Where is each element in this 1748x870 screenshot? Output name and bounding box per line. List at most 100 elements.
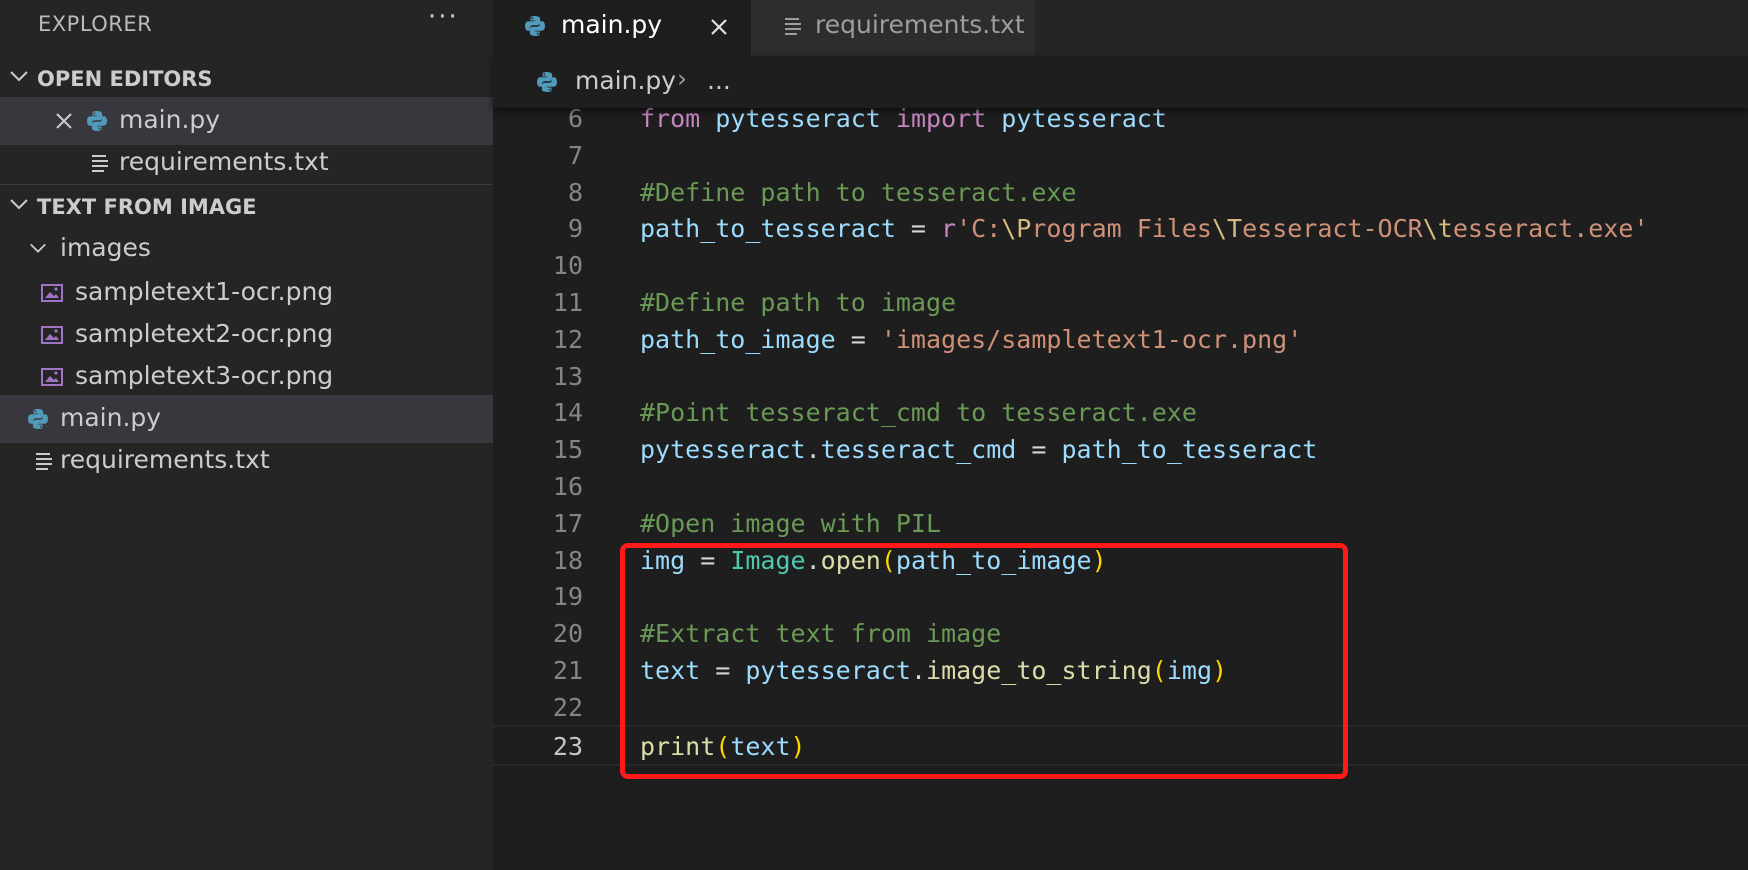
- code-text: #Define path to tesseract.exe: [640, 178, 1077, 207]
- breadcrumb: main.py › ...: [493, 56, 1748, 108]
- project-section[interactable]: TEXT FROM IMAGE: [0, 184, 493, 230]
- file-label: sampletext2-ocr.png: [75, 319, 334, 348]
- more-actions-icon[interactable]: ···: [428, 2, 459, 32]
- close-icon[interactable]: [52, 109, 76, 133]
- image-file-icon: [41, 368, 63, 386]
- code-line[interactable]: 9 path_to_tesseract = r'C:\Program Files\…: [493, 209, 1748, 250]
- explorer-title: EXPLORER: [38, 12, 153, 36]
- file-item-image[interactable]: sampletext3-ocr.png: [0, 353, 493, 401]
- line-number: 22: [552, 692, 583, 722]
- code-token: 'C:: [956, 214, 1002, 244]
- file-item-requirements[interactable]: requirements.txt: [0, 437, 493, 485]
- file-item-image[interactable]: sampletext2-ocr.png: [0, 311, 493, 359]
- file-item-main-py[interactable]: main.py: [0, 395, 493, 443]
- line-number: 14: [552, 398, 583, 428]
- annotation-highlight-box: [620, 543, 1348, 779]
- code-line[interactable]: 16: [493, 467, 1748, 508]
- line-number: 18: [552, 545, 583, 575]
- line-number: 23: [552, 731, 583, 761]
- line-number: 8: [567, 177, 583, 207]
- code-token: pytesseract: [640, 435, 806, 465]
- code-token: pytesseract: [715, 104, 881, 133]
- breadcrumb-symbols[interactable]: ...: [707, 66, 731, 95]
- file-item-image[interactable]: sampletext1-ocr.png: [0, 269, 493, 317]
- code-token: path_to_image: [640, 324, 836, 354]
- line-number: 17: [552, 508, 583, 538]
- code-token: 'images/sampletext1-ocr.png': [880, 324, 1303, 354]
- open-editor-requirements[interactable]: requirements.txt: [0, 139, 493, 187]
- code-token: =: [1016, 435, 1062, 465]
- image-file-icon: [41, 284, 63, 302]
- line-number: 19: [552, 582, 583, 612]
- folder-images[interactable]: images: [0, 225, 493, 273]
- code-line[interactable]: 7: [493, 136, 1748, 177]
- python-icon: [525, 16, 545, 36]
- code-token: esseract.exe': [1452, 214, 1649, 244]
- code-token: =: [895, 214, 942, 244]
- explorer-sidebar: EXPLORER ··· OPEN EDITORS main.py requir…: [0, 0, 493, 870]
- code-token: #Open image with PIL: [640, 508, 942, 538]
- line-number: 11: [552, 288, 583, 317]
- line-number: 9: [567, 214, 583, 244]
- code-token: esseract-OCR: [1242, 214, 1423, 244]
- close-icon[interactable]: [707, 15, 731, 39]
- code-line[interactable]: 14 #Point tesseract_cmd to tesseract.exe: [493, 393, 1748, 434]
- code-line[interactable]: 11 #Define path to image: [493, 283, 1748, 324]
- line-number: 10: [552, 251, 583, 281]
- code-token: tesseract_cmd: [820, 435, 1017, 465]
- open-editor-label: main.py: [119, 105, 221, 134]
- line-number: 15: [552, 435, 583, 465]
- line-number: 21: [552, 656, 583, 685]
- code-token: rogram Files: [1031, 214, 1212, 244]
- python-icon: [537, 72, 557, 92]
- open-editor-main-py[interactable]: main.py: [0, 97, 493, 145]
- chevron-down-icon: [30, 243, 46, 253]
- chevron-right-icon: ›: [677, 64, 687, 93]
- open-editors-section[interactable]: OPEN EDITORS: [0, 56, 493, 102]
- open-editors-label: OPEN EDITORS: [37, 67, 213, 91]
- code-token: =: [835, 324, 881, 354]
- line-number: 13: [552, 361, 583, 391]
- chevron-down-icon: [10, 199, 28, 210]
- code-line[interactable]: 10: [493, 246, 1748, 287]
- explorer-header: EXPLORER ···: [0, 0, 493, 48]
- code-text: #Open image with PIL: [640, 509, 941, 538]
- breadcrumb-file[interactable]: main.py: [575, 66, 676, 95]
- file-label: requirements.txt: [60, 445, 270, 474]
- file-label: sampletext3-ocr.png: [75, 361, 334, 390]
- line-number: 7: [567, 140, 583, 170]
- tab-main-py[interactable]: main.py: [493, 0, 751, 56]
- tab-requirements-txt[interactable]: requirements.txt: [751, 0, 1035, 56]
- line-number: 20: [552, 619, 583, 649]
- editor-tab-bar: main.py requirements.txt: [493, 0, 1748, 56]
- code-token: pytesseract: [1001, 104, 1167, 133]
- code-token: #Point tesseract_cmd to tesseract.exe: [640, 398, 1197, 428]
- code-line[interactable]: 15 pytesseract.tesseract_cmd = path_to_te…: [493, 430, 1748, 471]
- code-text: #Point tesseract_cmd to tesseract.exe: [640, 398, 1197, 427]
- project-label: TEXT FROM IMAGE: [37, 195, 257, 219]
- code-token: \t: [1422, 214, 1453, 244]
- image-file-icon: [41, 326, 63, 344]
- text-file-icon: [92, 155, 108, 172]
- code-token: \T: [1211, 214, 1243, 244]
- code-text: from pytesseract import pytesseract: [640, 104, 1167, 133]
- code-text: #Define path to image: [640, 288, 956, 317]
- code-line[interactable]: 17 #Open image with PIL: [493, 504, 1748, 545]
- text-file-icon: [785, 18, 801, 35]
- code-token: path_to_tesseract: [640, 214, 896, 244]
- line-number: 6: [567, 104, 583, 133]
- code-token: r: [941, 214, 957, 244]
- folder-label: images: [60, 233, 151, 262]
- code-token: #Define path to image: [640, 288, 957, 317]
- code-token: import: [895, 104, 987, 133]
- file-label: sampletext1-ocr.png: [75, 277, 334, 306]
- code-token: path_to_tesseract: [1061, 435, 1318, 465]
- code-line[interactable]: 8 #Define path to tesseract.exe: [493, 173, 1748, 214]
- tab-label: requirements.txt: [815, 10, 1025, 39]
- code-line[interactable]: 13: [493, 357, 1748, 398]
- code-token: \P: [1001, 214, 1032, 244]
- code-line[interactable]: 12 path_to_image = 'images/sampletext1-oc…: [493, 320, 1748, 361]
